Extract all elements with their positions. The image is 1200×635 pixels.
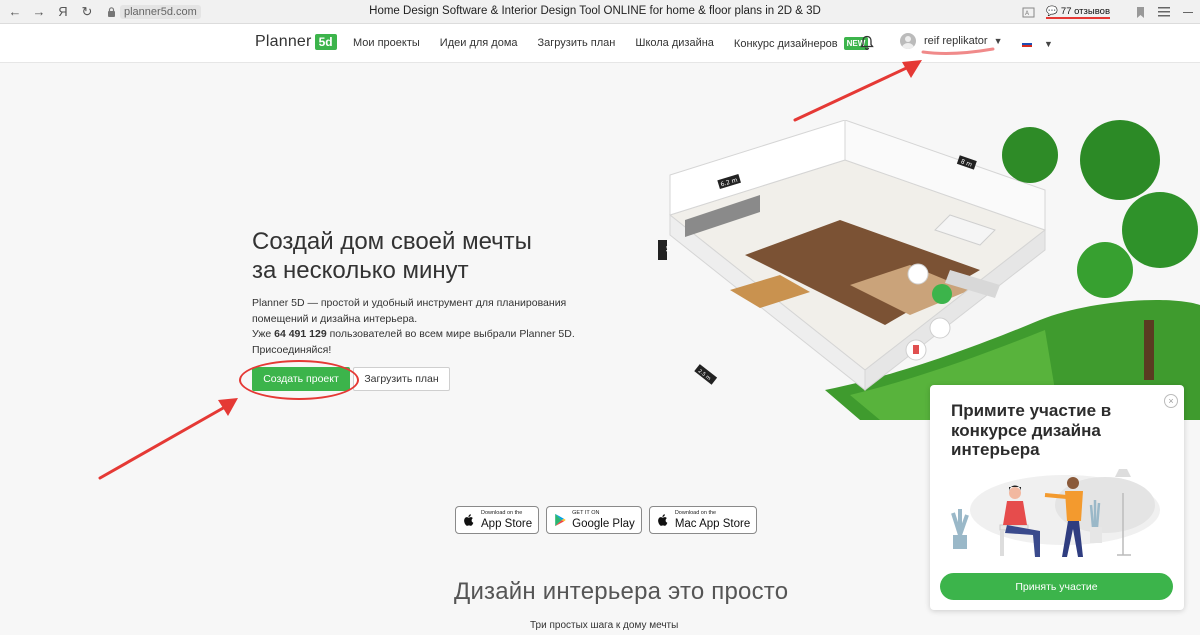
hero-desc-prefix: Уже: [252, 328, 275, 340]
address-bar[interactable]: planner5d.com: [105, 4, 201, 20]
join-contest-button[interactable]: Принять участие: [940, 573, 1173, 600]
tree: [1122, 192, 1198, 268]
comment-icon: 💬: [1046, 5, 1059, 17]
lamp-shade: [1115, 469, 1131, 477]
person-head: [1067, 477, 1079, 489]
wrench-icon: [907, 263, 929, 285]
section-title: Дизайн интерьера это просто: [454, 578, 789, 605]
browser-toolbar: ← → Я ↻ planner5d.com Home Design Softwa…: [0, 0, 1200, 24]
dim-left: 13 m: [666, 239, 672, 252]
hero-desc-suffix: пользователей во всем мире выбрали Plann…: [326, 328, 575, 340]
house-3d-illustration: 6.2 m 8 m 13 m 2.5 m: [658, 120, 1200, 420]
svg-text:A: A: [1025, 10, 1030, 17]
user-count: 64 491 129: [274, 328, 327, 340]
reviews-text: 77 отзывов: [1060, 5, 1110, 17]
google-play-badge[interactable]: GET IT ON Google Play: [546, 506, 642, 534]
apple-icon: [464, 514, 474, 526]
reload-button[interactable]: ↻: [75, 0, 99, 24]
upload-plan-button[interactable]: Загрузить план: [353, 367, 450, 391]
bell-icon[interactable]: [860, 35, 876, 51]
user-menu[interactable]: reif replikator ▼: [900, 33, 1003, 49]
apple-icon: [657, 514, 668, 526]
arrow-head: [218, 398, 238, 416]
section-subtitle: Три простых шага к дому мечты: [530, 620, 679, 631]
close-icon[interactable]: ×: [1164, 394, 1178, 408]
chevron-down-icon: ▼: [1044, 39, 1053, 49]
yandex-home-button[interactable]: Я: [51, 0, 75, 24]
app-store-badge[interactable]: Download on the App Store: [455, 506, 540, 534]
contest-illustration: [951, 469, 1160, 557]
popup-title: Примите участие в конкурсе дизайна интер…: [951, 401, 1112, 459]
tree: [1002, 127, 1058, 183]
site-header: Planner 5d Мои проекты Идеи для дома Заг…: [0, 24, 1200, 63]
flag-stripe: [1022, 45, 1032, 48]
plant: [951, 509, 969, 536]
menu-designer-contest[interactable]: Конкурс дизайнеров NEW: [733, 37, 869, 50]
store-small-text: Download on the: [674, 510, 717, 516]
hero-desc-line: помещений и дизайна интерьера.: [252, 312, 418, 325]
person-head: [1009, 487, 1021, 499]
hero-desc-line: Planner 5D — простой и удобный инструмен…: [252, 297, 567, 309]
arrow-line: [793, 62, 917, 122]
main-menu: Мои проекты Идеи для дома Загрузить план…: [353, 37, 888, 50]
planner5d-logo[interactable]: Planner 5d: [255, 33, 337, 51]
arrow-line: [98, 401, 234, 480]
user-name: reif replikator: [924, 35, 988, 47]
hero-title: Создай дом своей мечты за несколько мину…: [252, 227, 592, 285]
menu-home-ideas[interactable]: Идеи для дома: [440, 37, 518, 50]
logo-badge: 5d: [314, 34, 337, 50]
hero-desc-line: Присоединяйся!: [252, 343, 332, 356]
person-arm: [1044, 493, 1068, 499]
russian-flag-icon: [1022, 40, 1032, 48]
chevron-down-icon: ▼: [993, 36, 1003, 46]
paint-icon: [932, 284, 952, 304]
store-big-text: App Store: [481, 518, 533, 530]
url-text: planner5d.com: [120, 4, 201, 19]
translate-icon[interactable]: A: [1016, 0, 1040, 24]
page-tab-title: Home Design Software & Interior Design T…: [369, 5, 821, 17]
menu-icon[interactable]: [1152, 0, 1176, 24]
store-big-text: Mac App Store: [674, 518, 751, 530]
app-store-badges: Download on the App Store GET IT ON Goog…: [455, 506, 764, 534]
menu-upload-plan[interactable]: Загрузить план: [538, 37, 616, 50]
tree: [1077, 242, 1133, 298]
vase: [1090, 527, 1102, 543]
tree-trunk: [1144, 320, 1154, 380]
chair-leg: [1000, 530, 1004, 556]
mac-app-store-badge[interactable]: Download on the Mac App Store: [648, 506, 758, 534]
store-small-text: Download on the: [481, 510, 523, 516]
logo-word: Planner: [255, 33, 312, 50]
tree: [1080, 120, 1160, 200]
reviews-badge[interactable]: 💬 77 отзывов: [1046, 6, 1110, 19]
menu-designer-contest-label: Конкурс дизайнеров: [733, 37, 838, 50]
dim-bottom: 2.5 m: [697, 368, 712, 382]
bookmark-icon[interactable]: [1128, 0, 1152, 24]
google-play-icon: [555, 513, 566, 527]
trash-glyph: [913, 345, 919, 354]
avatar: [900, 33, 916, 49]
contest-popup: × Примите участие в конкурсе дизайна инт…: [930, 385, 1184, 610]
lock-icon: [105, 6, 117, 18]
hero-title-line: за несколько минут: [252, 257, 469, 284]
menu-my-projects[interactable]: Мои проекты: [353, 37, 420, 50]
person-body: [1065, 491, 1083, 521]
create-project-button[interactable]: Создать проект: [252, 367, 350, 391]
minimize-icon[interactable]: [1176, 0, 1200, 24]
hero-title-line: Создай дом своей мечты: [252, 228, 532, 255]
store-big-text: Google Play: [572, 518, 635, 530]
person-body: [1003, 501, 1027, 525]
hero-description: Planner 5D — простой и удобный инструмен…: [252, 296, 582, 358]
forward-button[interactable]: →: [27, 0, 51, 24]
menu-design-school[interactable]: Школа дизайна: [635, 37, 714, 50]
store-small-text: GET IT ON: [572, 510, 600, 516]
plant-pot: [953, 535, 967, 549]
back-button[interactable]: ←: [3, 0, 27, 24]
language-selector[interactable]: ▼: [1022, 39, 1053, 49]
copy-icon: [929, 317, 951, 339]
